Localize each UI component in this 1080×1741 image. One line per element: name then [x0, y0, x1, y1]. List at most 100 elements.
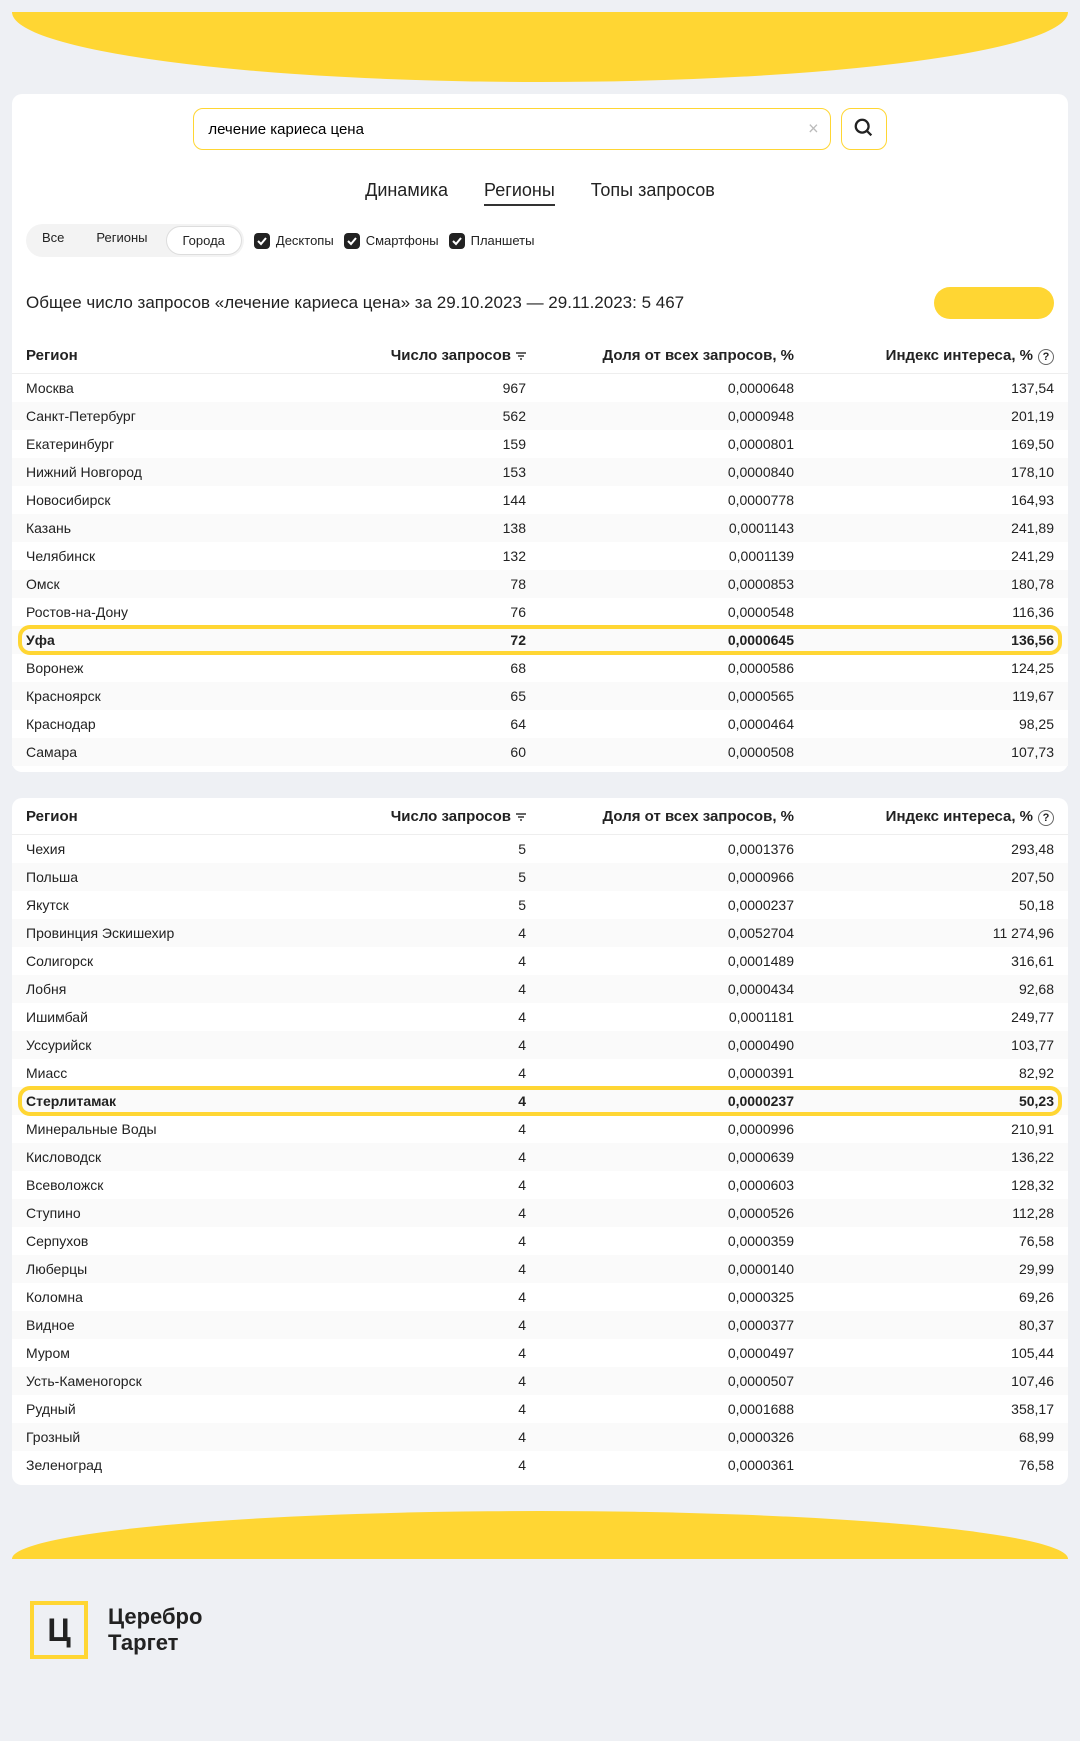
cell-share: 0,0000586 [526, 660, 794, 676]
check-icon [254, 233, 270, 249]
cell-count: 153 [326, 464, 526, 480]
cell-count: 4 [326, 925, 526, 941]
cell-index: 164,93 [794, 492, 1054, 508]
col-index[interactable]: Индекс интереса, %? [794, 347, 1054, 365]
cell-count: 4 [326, 1401, 526, 1417]
table-row: Польша50,0000966207,50 [12, 863, 1068, 891]
cell-index: 112,28 [794, 1205, 1054, 1221]
table-row: Всеволожск40,0000603128,32 [12, 1171, 1068, 1199]
cell-index: 136,56 [794, 632, 1054, 648]
table-body-2: Чехия50,0001376293,48Польша50,0000966207… [12, 835, 1068, 1479]
table-row: Серпухов40,000035976,58 [12, 1227, 1068, 1255]
seg-all[interactable]: Все [26, 224, 80, 257]
col-count[interactable]: Число запросов [326, 808, 526, 826]
tab-tops[interactable]: Топы запросов [591, 180, 715, 206]
cell-region: Польша [26, 869, 326, 885]
checkbox-desktops[interactable]: Десктопы [254, 233, 334, 249]
cell-share: 0,0000548 [526, 604, 794, 620]
cell-count: 138 [326, 520, 526, 536]
col-region[interactable]: Регион [26, 808, 326, 826]
table-row: Грозный40,000032668,99 [12, 1423, 1068, 1451]
cell-share: 0,0000639 [526, 1149, 794, 1165]
tab-dynamics[interactable]: Динамика [365, 180, 448, 206]
cell-region: Якутск [26, 897, 326, 913]
cell-count: 4 [326, 1289, 526, 1305]
cell-index: 107,46 [794, 1373, 1054, 1389]
table-row: Кисловодск40,0000639136,22 [12, 1143, 1068, 1171]
cell-region: Чехия [26, 841, 326, 857]
table-row: Омск780,0000853180,78 [12, 570, 1068, 598]
sort-desc-icon [516, 348, 526, 365]
cell-count: 4 [326, 1373, 526, 1389]
second-card: Регион Число запросов Доля от всех запро… [12, 798, 1068, 1485]
cell-share: 0,0001143 [526, 520, 794, 536]
cell-share: 0,0000490 [526, 1037, 794, 1053]
help-icon[interactable]: ? [1038, 349, 1054, 365]
table-row: Зеленоград40,000036176,58 [12, 1451, 1068, 1479]
checkbox-tablets[interactable]: Планшеты [449, 233, 535, 249]
col-share[interactable]: Доля от всех запросов, % [526, 347, 794, 365]
cell-index: 69,26 [794, 1289, 1054, 1305]
cell-index: 316,61 [794, 953, 1054, 969]
clear-icon[interactable]: × [808, 119, 819, 140]
cell-share: 0,0000948 [526, 408, 794, 424]
cell-share: 0,0000507 [526, 1373, 794, 1389]
cell-index: 358,17 [794, 1401, 1054, 1417]
seg-regions[interactable]: Регионы [80, 224, 163, 257]
cell-count: 64 [326, 716, 526, 732]
cell-share: 0,0000464 [526, 716, 794, 732]
cell-count: 4 [326, 1429, 526, 1445]
table-header: Регион Число запросов Доля от всех запро… [12, 798, 1068, 835]
table-row: Уссурийск40,0000490103,77 [12, 1031, 1068, 1059]
checkbox-label: Смартфоны [366, 233, 439, 248]
cell-region: Миасс [26, 1065, 326, 1081]
cell-region: Люберцы [26, 1261, 326, 1277]
cell-count: 4 [326, 1205, 526, 1221]
cell-count: 967 [326, 380, 526, 396]
cell-region: Коломна [26, 1289, 326, 1305]
cell-region: Ростов-на-Дону [26, 604, 326, 620]
main-tabs: Динамика Регионы Топы запросов [12, 150, 1068, 224]
cell-count: 4 [326, 1317, 526, 1333]
search-button[interactable] [841, 108, 887, 150]
cell-index: 103,77 [794, 1037, 1054, 1053]
cell-index: 50,18 [794, 897, 1054, 913]
col-share[interactable]: Доля от всех запросов, % [526, 808, 794, 826]
cell-index: 201,19 [794, 408, 1054, 424]
cell-share: 0,0000508 [526, 744, 794, 760]
search-input[interactable] [193, 108, 830, 150]
check-icon [344, 233, 360, 249]
table-row: Муром40,0000497105,44 [12, 1339, 1068, 1367]
main-card: × Динамика Регионы Топы запросов Все Рег… [12, 94, 1068, 772]
table-row: Ишимбай40,0001181249,77 [12, 1003, 1068, 1031]
cell-region: Всеволожск [26, 1177, 326, 1193]
cell-share: 0,0000361 [526, 1457, 794, 1473]
col-index[interactable]: Индекс интереса, %? [794, 808, 1054, 826]
cell-region: Видное [26, 1317, 326, 1333]
cell-index: 210,91 [794, 1121, 1054, 1137]
footer: Ц Церебро Таргет [0, 1571, 1080, 1709]
help-icon[interactable]: ? [1038, 810, 1054, 826]
table-row: Екатеринбург1590,0000801169,50 [12, 430, 1068, 458]
cell-share: 0,0000391 [526, 1065, 794, 1081]
cell-region: Омск [26, 576, 326, 592]
cell-count: 4 [326, 1457, 526, 1473]
cell-region: Казань [26, 520, 326, 536]
col-count[interactable]: Число запросов [326, 347, 526, 365]
cell-index: 169,50 [794, 436, 1054, 452]
cell-count: 4 [326, 1345, 526, 1361]
cell-share: 0,0000648 [526, 380, 794, 396]
checkbox-smartphones[interactable]: Смартфоны [344, 233, 439, 249]
logo-icon: Ц [30, 1601, 88, 1659]
seg-cities[interactable]: Города [166, 226, 242, 255]
export-button[interactable] [934, 287, 1054, 319]
tab-regions[interactable]: Регионы [484, 180, 555, 206]
cell-region: Рудный [26, 1401, 326, 1417]
cell-region: Красноярск [26, 688, 326, 704]
cell-index: 29,99 [794, 1261, 1054, 1277]
col-region[interactable]: Регион [26, 347, 326, 365]
cell-count: 68 [326, 660, 526, 676]
cell-region: Санкт-Петербург [26, 408, 326, 424]
sort-desc-icon [516, 809, 526, 826]
cell-count: 144 [326, 492, 526, 508]
